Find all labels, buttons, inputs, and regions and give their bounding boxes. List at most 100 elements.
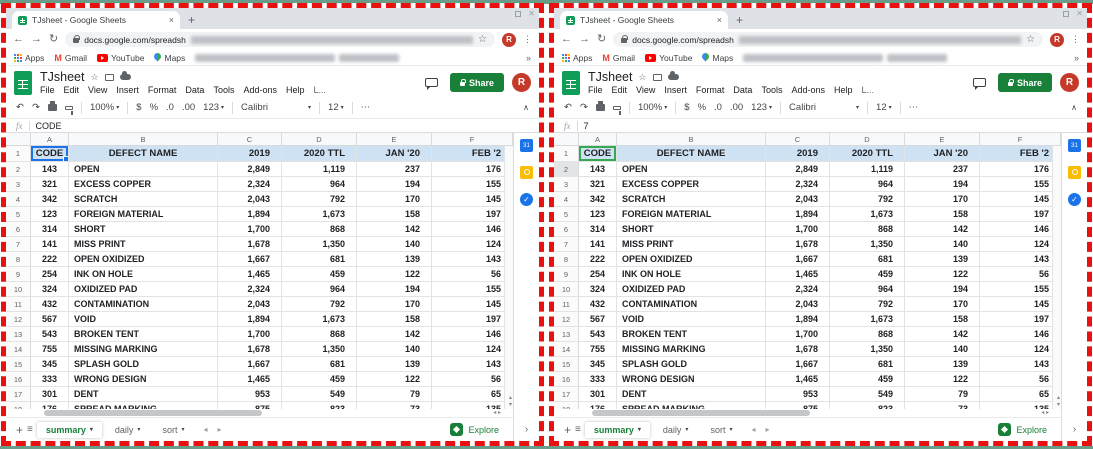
- horizontal-scroll-thumb[interactable]: [592, 410, 810, 416]
- cell[interactable]: 964: [830, 282, 905, 296]
- cell[interactable]: 158: [357, 312, 432, 326]
- cell[interactable]: 1,673: [830, 207, 905, 221]
- collapse-toolbar-icon[interactable]: ∧: [1071, 103, 1077, 112]
- zoom-select[interactable]: 100%▾: [638, 102, 667, 113]
- sheet-tab-summary[interactable]: summary▾: [585, 422, 650, 438]
- cell[interactable]: MISSING MARKING: [69, 342, 218, 356]
- browser-tab[interactable]: TJsheet - Google Sheets ×: [12, 11, 180, 29]
- formula-value[interactable]: 7: [584, 121, 589, 131]
- cell[interactable]: 176: [579, 402, 617, 409]
- cell[interactable]: 868: [830, 327, 905, 341]
- reload-icon[interactable]: ↻: [597, 34, 606, 45]
- row-number[interactable]: 1: [554, 146, 579, 161]
- cell[interactable]: 1,667: [218, 357, 282, 371]
- cell-d1-2020ttl[interactable]: 2020 TTL: [830, 146, 905, 161]
- cell[interactable]: 141: [579, 237, 617, 251]
- menu-addons[interactable]: Add-ons: [791, 85, 825, 95]
- row-number[interactable]: 5: [554, 207, 579, 221]
- cell[interactable]: OXIDIZED PAD: [617, 282, 766, 296]
- cell[interactable]: 145: [432, 297, 513, 311]
- cell[interactable]: 459: [282, 267, 357, 281]
- cell[interactable]: 301: [31, 387, 69, 401]
- document-title[interactable]: TJsheet: [40, 70, 84, 84]
- calendar-icon[interactable]: 31: [1068, 139, 1081, 152]
- cell[interactable]: 65: [980, 387, 1061, 401]
- explore-button[interactable]: Explore: [998, 423, 1047, 436]
- cell[interactable]: 1,350: [830, 342, 905, 356]
- cell[interactable]: 1,678: [218, 237, 282, 251]
- reload-icon[interactable]: ↻: [49, 34, 58, 45]
- cell[interactable]: 146: [432, 327, 513, 341]
- row-number[interactable]: 8: [554, 252, 579, 266]
- cell-c1-2019[interactable]: 2019: [218, 146, 282, 161]
- cell[interactable]: 140: [357, 342, 432, 356]
- calendar-icon[interactable]: 31: [520, 139, 533, 152]
- cell[interactable]: 1,350: [282, 237, 357, 251]
- cell[interactable]: 146: [980, 327, 1061, 341]
- cell[interactable]: 792: [830, 297, 905, 311]
- menu-format[interactable]: Format: [148, 85, 177, 95]
- cell[interactable]: EXCESS COPPER: [69, 177, 218, 191]
- cell[interactable]: 1,119: [830, 162, 905, 176]
- cell[interactable]: 79: [905, 387, 980, 401]
- cell[interactable]: 1,673: [830, 312, 905, 326]
- row-number[interactable]: 10: [554, 282, 579, 296]
- cell[interactable]: 1,894: [766, 312, 830, 326]
- cell[interactable]: 141: [31, 237, 69, 251]
- cell[interactable]: 222: [579, 252, 617, 266]
- column-header-d[interactable]: D: [830, 133, 905, 145]
- sheet-tab-nav-left-icon[interactable]: ◂: [203, 425, 207, 434]
- bookmark-star-icon[interactable]: ☆: [1026, 34, 1035, 45]
- forward-icon[interactable]: →: [31, 34, 42, 45]
- cell[interactable]: 139: [357, 357, 432, 371]
- paint-format-icon[interactable]: [65, 106, 73, 110]
- cell[interactable]: 145: [980, 192, 1061, 206]
- cell[interactable]: 194: [905, 177, 980, 191]
- sheet-tab-daily[interactable]: daily▾: [654, 422, 698, 438]
- tasks-icon[interactable]: ✓: [520, 193, 533, 206]
- cell[interactable]: 1,700: [218, 327, 282, 341]
- cell[interactable]: 170: [905, 192, 980, 206]
- cell[interactable]: 953: [218, 387, 282, 401]
- sheets-logo-icon[interactable]: [14, 71, 32, 95]
- cell[interactable]: 73: [905, 402, 980, 409]
- cell[interactable]: 1,350: [830, 237, 905, 251]
- browser-profile-avatar[interactable]: R: [1050, 33, 1064, 47]
- cell[interactable]: 868: [830, 222, 905, 236]
- bookmarks-overflow-icon[interactable]: »: [1074, 53, 1079, 63]
- cell[interactable]: 1,667: [766, 357, 830, 371]
- side-panel-collapse-icon[interactable]: ›: [525, 424, 528, 435]
- cell[interactable]: 142: [905, 222, 980, 236]
- cell[interactable]: CONTAMINATION: [69, 297, 218, 311]
- redo-icon[interactable]: ↷: [32, 102, 40, 113]
- menu-data[interactable]: Data: [185, 85, 204, 95]
- share-button[interactable]: Share: [450, 73, 504, 92]
- cell[interactable]: 1,700: [766, 222, 830, 236]
- cell[interactable]: 56: [980, 372, 1061, 386]
- cell[interactable]: 681: [282, 357, 357, 371]
- cell[interactable]: SPLASH GOLD: [69, 357, 218, 371]
- cell[interactable]: 194: [357, 282, 432, 296]
- cell[interactable]: 123: [579, 207, 617, 221]
- cell[interactable]: 1,350: [282, 342, 357, 356]
- increase-decimal-button[interactable]: .00: [182, 102, 195, 113]
- cell[interactable]: 1,678: [766, 342, 830, 356]
- cell[interactable]: 567: [579, 312, 617, 326]
- cell[interactable]: DENT: [69, 387, 218, 401]
- cell[interactable]: 56: [432, 372, 513, 386]
- cell[interactable]: 142: [905, 327, 980, 341]
- row-number[interactable]: 18: [554, 402, 579, 409]
- zoom-select[interactable]: 100%▾: [90, 102, 119, 113]
- bookmark-apps[interactable]: Apps: [14, 53, 44, 63]
- cell[interactable]: 681: [282, 252, 357, 266]
- cell[interactable]: OPEN OXIDIZED: [69, 252, 218, 266]
- sheet-tab-nav-right-icon[interactable]: ▸: [765, 425, 769, 434]
- row-number[interactable]: 2: [554, 162, 579, 176]
- cell[interactable]: SHORT: [69, 222, 218, 236]
- row-number[interactable]: 8: [6, 252, 31, 266]
- menu-addons[interactable]: Add-ons: [243, 85, 277, 95]
- cell[interactable]: 143: [980, 252, 1061, 266]
- cell[interactable]: 459: [282, 372, 357, 386]
- font-size-select[interactable]: 12▾: [876, 102, 892, 113]
- cell[interactable]: 170: [905, 297, 980, 311]
